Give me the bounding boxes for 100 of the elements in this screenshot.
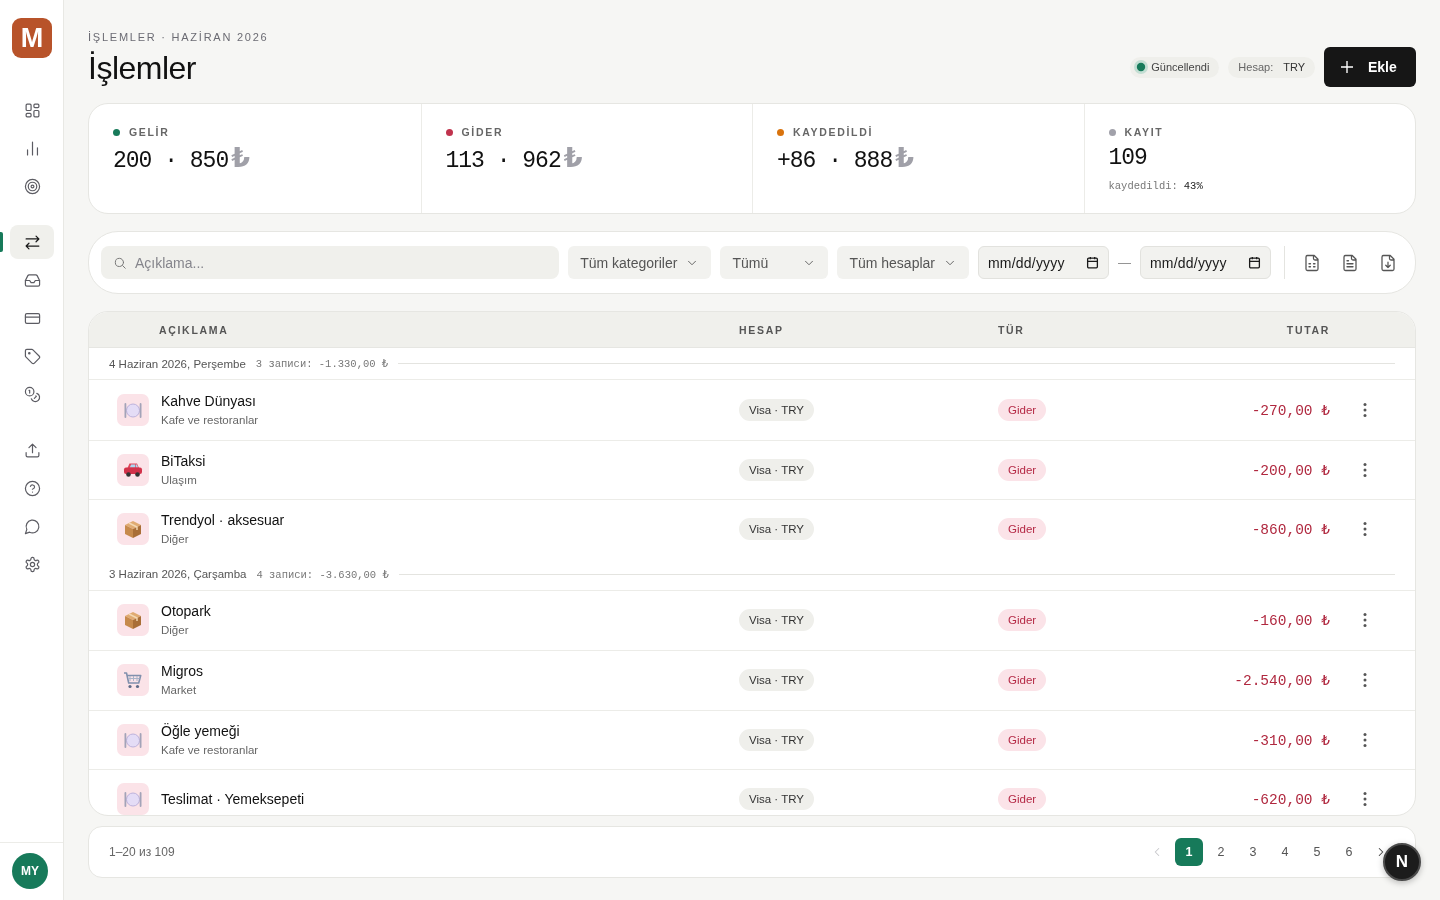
stat-label: GELİR — [129, 125, 170, 139]
transaction-category: Diğer — [161, 623, 190, 639]
date-field[interactable]: mm/dd/yyyy — [1140, 246, 1271, 279]
transaction-title: Teslimat · Yemeksepeti — [161, 790, 305, 809]
amount-text: -860,00 ₺ — [1251, 522, 1330, 539]
status-text: Güncellendi — [1151, 61, 1210, 73]
amount-text: -620,00 ₺ — [1251, 792, 1330, 809]
stat-value: 200 · 850 — [113, 147, 229, 176]
filter-dropdown[interactable]: Tüm hesaplar — [837, 246, 969, 279]
currency-sign: ₺ — [895, 143, 915, 173]
transaction-category: Market — [161, 683, 198, 699]
stat-value: +86 · 888 — [777, 147, 893, 176]
currency-sign: ₺ — [563, 143, 583, 173]
stat-label: GİDER — [461, 125, 504, 139]
date-separator: — — [1118, 255, 1131, 270]
target-icon — [23, 177, 41, 195]
type-tag: Gider — [998, 728, 1047, 751]
column-header: AÇIKLAMA — [158, 323, 230, 336]
box-icon — [117, 513, 149, 546]
transaction-category: Ulaşım — [161, 472, 198, 488]
search-icon — [113, 255, 127, 270]
type-tag: Gider — [998, 669, 1047, 692]
app-logo[interactable]: M — [12, 18, 52, 58]
account-tag: Visa · TRY — [739, 669, 814, 692]
stat-label: KAYDEDİLDİ — [793, 125, 873, 139]
floating-round-button[interactable]: N — [1383, 843, 1421, 881]
page-title: İşlemler — [88, 49, 197, 88]
type-tag: Gider — [998, 458, 1047, 481]
stat-value: 109 — [1108, 144, 1147, 173]
group-date: 4 Haziran 2026, Perşembe — [109, 357, 246, 370]
cart-icon — [117, 664, 149, 697]
add-button[interactable]: Ekle — [1324, 47, 1416, 87]
transaction-title: Kahve Dünyası — [161, 391, 257, 410]
account-label: Hesap: — [1238, 61, 1274, 73]
account-tag: Visa · TRY — [739, 788, 814, 811]
amount-text: -160,00 ₺ — [1251, 613, 1330, 630]
amount-text: -2.540,00 ₺ — [1234, 673, 1330, 690]
sidebar-nav-button[interactable] — [10, 225, 54, 259]
account-badge[interactable]: Hesap: TRY — [1228, 56, 1315, 78]
filter-dropdown[interactable]: Tüm kategoriler — [568, 246, 712, 279]
settings-icon — [23, 555, 41, 573]
breadcrumb: İŞLEMLER · HAZİRAN 2026 — [88, 30, 269, 44]
group-summary: 3 записи: -1.330,00 ₺ — [255, 357, 389, 370]
page-button[interactable]: 6 — [1335, 838, 1363, 866]
transaction-category: Kafe ve restoranlar — [161, 412, 259, 428]
type-tag: Gider — [998, 518, 1047, 541]
plate-icon — [117, 723, 149, 756]
filter-dropdown[interactable]: Tümü — [720, 246, 829, 279]
stat-label: KAYIT — [1124, 125, 1164, 139]
car-icon — [117, 453, 149, 486]
page-button[interactable]: 2 — [1207, 838, 1235, 866]
transaction-category: Kafe ve restoranlar — [161, 742, 259, 758]
stat-note-label: kaydedildi: — [1108, 179, 1178, 193]
tag-icon — [23, 347, 41, 365]
account-tag: Visa · TRY — [739, 728, 814, 751]
transaction-title: Trendyol · aksesuar — [161, 511, 285, 530]
type-tag: Gider — [998, 398, 1047, 421]
arrows-icon — [23, 233, 41, 251]
upload-icon — [23, 441, 41, 459]
grid-icon — [23, 101, 41, 119]
transaction-title: Öğle yemeği — [161, 721, 241, 740]
page-button[interactable]: 5 — [1303, 838, 1331, 866]
stat-note-value: 43% — [1183, 179, 1203, 193]
calendar-icon[interactable] — [1086, 256, 1099, 269]
spreadsheet-file-icon[interactable] — [1303, 253, 1321, 272]
page-range: 1–20 из 109 — [109, 845, 175, 859]
page-button[interactable]: 4 — [1271, 838, 1299, 866]
account-value: TRY — [1283, 61, 1305, 73]
status-dot-icon — [1134, 60, 1149, 74]
page-button[interactable]: 3 — [1239, 838, 1267, 866]
help-icon — [23, 479, 41, 497]
plate-icon — [117, 393, 149, 426]
plus-icon — [1341, 61, 1353, 73]
amount-text: -310,00 ₺ — [1251, 732, 1330, 749]
group-date: 3 Haziran 2026, Çarşamba — [109, 568, 247, 580]
inbox-tray-icon — [23, 271, 41, 289]
transaction-title: Otopark — [161, 602, 211, 621]
file-download-icon[interactable] — [1379, 253, 1397, 272]
transaction-title: BiTaksi — [161, 451, 206, 470]
column-header: HESAP — [739, 323, 785, 336]
transaction-title: Migros — [161, 662, 203, 681]
currency-sign: ₺ — [231, 143, 251, 173]
amount-text: -270,00 ₺ — [1251, 402, 1330, 419]
column-header: TÜR — [998, 323, 1026, 336]
search-field[interactable]: Açıklama... — [101, 246, 560, 279]
amount-text: -200,00 ₺ — [1251, 462, 1330, 479]
column-header: TUTAR — [1286, 323, 1330, 336]
date-field[interactable]: mm/dd/yyyy — [978, 246, 1109, 279]
page-button[interactable]: 1 — [1175, 838, 1203, 866]
account-tag: Visa · TRY — [739, 609, 814, 632]
box-icon — [117, 604, 149, 637]
account-tag: Visa · TRY — [739, 458, 814, 481]
active-indicator — [0, 232, 3, 252]
document-file-icon[interactable] — [1341, 253, 1359, 272]
account-tag: Visa · TRY — [739, 398, 814, 421]
group-summary: 4 записи: -3.630,00 ₺ — [256, 567, 389, 581]
calendar-icon[interactable] — [1248, 256, 1261, 269]
coins-icon — [23, 385, 41, 403]
transaction-category: Diğer — [161, 532, 190, 548]
user-avatar[interactable]: MY — [12, 853, 48, 889]
